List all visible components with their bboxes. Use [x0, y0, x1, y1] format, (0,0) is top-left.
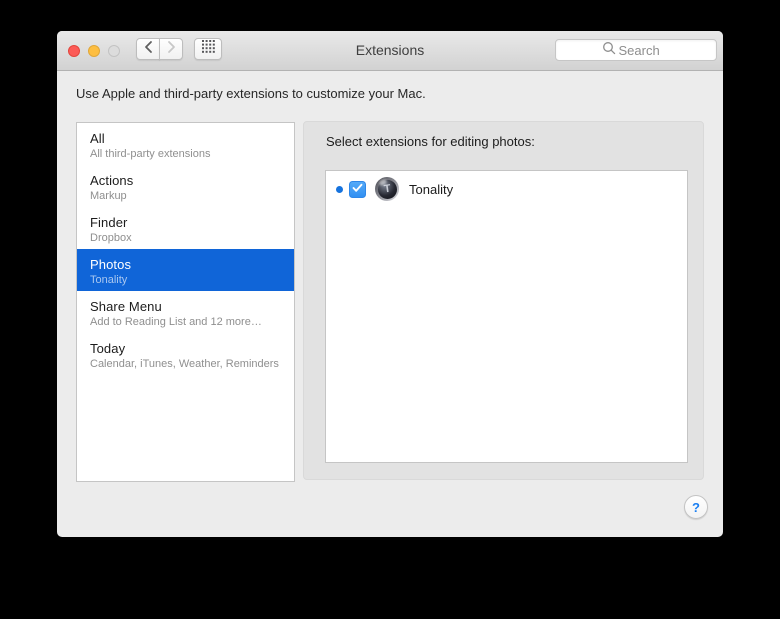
update-indicator-dot [336, 185, 343, 193]
category-subtitle: Add to Reading List and 12 more… [90, 316, 262, 328]
navigation-buttons [136, 38, 183, 60]
sidebar-item-photos[interactable]: Photos Tonality [77, 249, 294, 291]
chevron-left-icon [143, 40, 154, 59]
category-title: Actions [90, 173, 134, 188]
extension-row-tonality[interactable]: T Tonality [326, 171, 687, 207]
sidebar-item-actions[interactable]: Actions Markup [77, 165, 294, 207]
chevron-right-icon [166, 40, 177, 59]
question-mark-icon: ? [692, 499, 700, 515]
zoom-button[interactable] [108, 45, 120, 57]
extension-name: Tonality [409, 181, 454, 197]
forward-button[interactable] [159, 38, 183, 60]
photos-extensions-panel: Select extensions for editing photos: T … [303, 121, 704, 480]
category-subtitle: All third-party extensions [90, 148, 211, 160]
show-all-button[interactable] [194, 38, 222, 60]
category-title: All [90, 131, 105, 146]
search-input[interactable] [618, 42, 671, 58]
search-field[interactable] [555, 39, 717, 61]
extensions-preference-window: Extensions Use Apple and third-party ext… [57, 31, 723, 537]
back-button[interactable] [136, 38, 160, 60]
extension-categories-list: All All third-party extensions Actions M… [76, 122, 295, 482]
sidebar-item-finder[interactable]: Finder Dropbox [77, 207, 294, 249]
category-subtitle: Calendar, iTunes, Weather, Reminders [90, 358, 279, 370]
help-button[interactable]: ? [684, 495, 708, 519]
close-button[interactable] [68, 45, 80, 57]
search-icon [602, 41, 619, 60]
sidebar-item-today[interactable]: Today Calendar, iTunes, Weather, Reminde… [77, 333, 294, 375]
category-title: Today [90, 341, 126, 356]
tonality-app-icon: T [375, 177, 399, 201]
traffic-lights [68, 45, 120, 57]
category-subtitle: Tonality [90, 274, 128, 286]
category-title: Photos [90, 257, 132, 272]
extensions-list: T Tonality [325, 170, 688, 463]
panel-label: Select extensions for editing photos: [326, 134, 535, 149]
category-title: Finder [90, 215, 128, 230]
tonality-checkbox[interactable] [349, 180, 366, 198]
sidebar-item-all[interactable]: All All third-party extensions [77, 123, 294, 165]
category-title: Share Menu [90, 299, 162, 314]
sidebar-item-share-menu[interactable]: Share Menu Add to Reading List and 12 mo… [77, 291, 294, 333]
minimize-button[interactable] [88, 45, 100, 57]
grid-icon [201, 40, 215, 58]
category-subtitle: Markup [90, 190, 127, 202]
checkmark-icon [352, 180, 363, 198]
title-bar[interactable]: Extensions [57, 31, 723, 71]
intro-text: Use Apple and third-party extensions to … [76, 86, 426, 101]
category-subtitle: Dropbox [90, 232, 132, 244]
